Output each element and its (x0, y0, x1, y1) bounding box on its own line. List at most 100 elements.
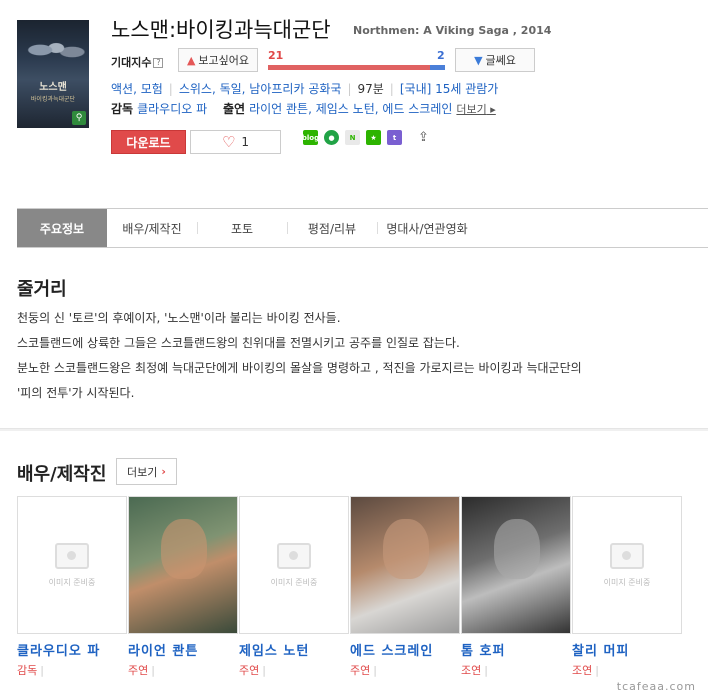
synopsis-line: '피의 전투'가 시작된다. (17, 386, 135, 400)
cast-photo[interactable] (350, 496, 460, 634)
like-count: 1 (241, 135, 250, 149)
cast-role-text: 조연 (572, 664, 593, 677)
actor-photo (351, 497, 459, 633)
watermark: tcafeaa.com (616, 680, 696, 693)
cast-photo[interactable]: 이미지 준비중 (17, 496, 127, 634)
share-out-icon[interactable]: ⇪ (416, 130, 431, 145)
tab-quotes-related[interactable]: 명대사/연관영화 (377, 209, 477, 247)
no-image-text: 이미지 준비중 (603, 577, 651, 587)
image-placeholder-icon (55, 542, 89, 569)
poster-figures (21, 30, 85, 70)
cast-name[interactable]: 제임스 노턴 (239, 640, 350, 659)
poster-subtitle: 바이킹과늑대군단 (30, 96, 76, 103)
tab-cast-crew[interactable]: 배우/제작진 (107, 209, 197, 247)
cast-photo[interactable] (461, 496, 571, 634)
cast-role-text: 감독 (17, 664, 38, 677)
want-to-see-button[interactable]: ▲ 보고싶어요 (178, 48, 258, 72)
cast-role-text: 주연 (128, 664, 149, 677)
actor-face (161, 519, 207, 579)
expectation-label: 기대지수? (111, 54, 164, 70)
tab-bar: 주요정보 배우/제작진 포토 평점/리뷰 명대사/연관영화 (17, 208, 708, 248)
cast-name[interactable]: 톰 호퍼 (461, 640, 572, 659)
movie-title: 노스맨:바이킹과늑대군단 (111, 18, 331, 42)
director-label: 감독 (111, 102, 134, 116)
want-count: 21 (268, 49, 284, 62)
no-image-text: 이미지 준비중 (48, 577, 96, 587)
poster-title: 노스맨 (39, 82, 67, 93)
cast-label: 출연 (222, 102, 246, 116)
cast-role: 조연 | (572, 664, 599, 677)
not-sure-label: 글쎄요 (485, 54, 516, 67)
want-to-see-label: 보고싶어요 (198, 54, 250, 67)
cast-name[interactable]: 찰리 머피 (572, 640, 683, 659)
image-placeholder-icon (610, 542, 644, 569)
tab-reviews[interactable]: 평점/리뷰 (287, 209, 377, 247)
synopsis-line: 분노한 스코틀랜드왕은 최정예 늑대군단에게 바이킹의 몰살을 명령하고 , 적… (17, 361, 582, 375)
actor-photo (462, 497, 570, 633)
synopsis-heading: 줄거리 (17, 279, 67, 300)
expectation-label-text: 기대지수 (111, 56, 152, 69)
band-share-icon[interactable]: ● (324, 130, 339, 145)
not-sure-button[interactable]: ▼ 글쎄요 (455, 48, 535, 72)
blog-share-icon[interactable]: blog (302, 130, 319, 145)
cast-role: 주연 | (128, 664, 155, 677)
credits-more-label: 더보기 (456, 103, 487, 116)
heart-icon: ♡ (221, 132, 236, 151)
cast-role-text: 조연 (461, 664, 482, 677)
no-image-text: 이미지 준비중 (270, 577, 318, 587)
like-button[interactable]: ♡ 1 (190, 130, 281, 154)
cast-role-text: 주연 (350, 664, 371, 677)
movie-title-english: Northmen: A Viking Saga , 2014 (353, 24, 552, 37)
download-button[interactable]: 다운로드 (111, 130, 186, 154)
share-icons: blog ● N ★ t ⇪ (302, 130, 431, 145)
section-divider (0, 428, 708, 431)
runtime: 97분 (357, 82, 384, 96)
not-sure-count: 2 (437, 49, 445, 62)
thumbs-up-icon: ▲ (186, 53, 196, 67)
help-icon[interactable]: ? (153, 58, 164, 68)
tab-main-info[interactable]: 주요정보 (17, 209, 107, 247)
cast-more-label: 더보기 (127, 465, 158, 479)
tumblr-share-icon[interactable]: t (387, 130, 402, 145)
cast-role: 조연 | (461, 664, 488, 677)
cast-more-button[interactable]: 더보기 › (116, 458, 177, 485)
actor-photo (129, 497, 237, 633)
country-link[interactable]: 스위스, 독일, 남아프리카 공화국 (179, 82, 342, 96)
no-image-placeholder: 이미지 준비중 (240, 497, 348, 633)
tab-photos[interactable]: 포토 (197, 209, 287, 247)
cast-name[interactable]: 클라우디오 파 (17, 640, 128, 659)
director-link[interactable]: 클라우디오 파 (137, 102, 207, 116)
cast-card[interactable]: 이미지 준비중찰리 머피조연 | (572, 496, 683, 678)
zoom-search-icon[interactable]: ⚲ (72, 111, 86, 125)
cast-card[interactable]: 라이언 콴튼주연 | (128, 496, 239, 678)
cast-card[interactable]: 에드 스크레인주연 | (350, 496, 461, 678)
movie-meta: 액션, 모험 | 스위스, 독일, 남아프리카 공화국 | 97분 | [국내] 15세 관… (111, 82, 499, 96)
cast-role: 주연 | (350, 664, 377, 677)
cast-role: 주연 | (239, 664, 266, 677)
cast-name[interactable]: 에드 스크레인 (350, 640, 461, 659)
cast-role-text: 주연 (239, 664, 260, 677)
cast-photo[interactable]: 이미지 준비중 (572, 496, 682, 634)
cast-name[interactable]: 라이언 콴튼 (128, 640, 239, 659)
movie-poster[interactable]: 노스맨 바이킹과늑대군단 ⚲ (17, 20, 89, 128)
cast-heading: 배우/제작진 (17, 464, 107, 485)
actor-face (383, 519, 429, 579)
chevron-right-icon: › (161, 465, 166, 478)
cast-role: 감독 | (17, 664, 44, 677)
rating-link[interactable]: [국내] 15세 관람가 (400, 82, 499, 96)
cast-card[interactable]: 톰 호퍼조연 | (461, 496, 572, 678)
cast-link[interactable]: 라이언 콴튼, 제임스 노턴, 에드 스크레인 (249, 102, 452, 116)
cast-list: 이미지 준비중 클라우디오 파 감독 | 라이언 콴튼 주연 | 이미지 준비중 제임스 노턴 주… (17, 496, 683, 678)
cast-photo[interactable]: 이미지 준비중 (239, 496, 349, 634)
vote-ratio-fill (268, 65, 430, 70)
vote-ratio-bar (268, 65, 445, 70)
synopsis-line: 천둥의 신 '토르'의 후예이자, '노스맨'이라 불리는 바이킹 전사들. (17, 311, 341, 325)
cast-card[interactable]: 이미지 준비중제임스 노턴주연 | (239, 496, 350, 678)
cast-photo[interactable] (128, 496, 238, 634)
image-placeholder-icon (277, 542, 311, 569)
genre-link[interactable]: 액션, 모험 (111, 82, 163, 96)
cast-card[interactable]: 이미지 준비중클라우디오 파감독 | (17, 496, 128, 678)
memo-share-icon[interactable]: N (345, 130, 360, 145)
credits-more-link[interactable]: 더보기 ▸ (456, 103, 495, 116)
bookmark-share-icon[interactable]: ★ (366, 130, 381, 145)
